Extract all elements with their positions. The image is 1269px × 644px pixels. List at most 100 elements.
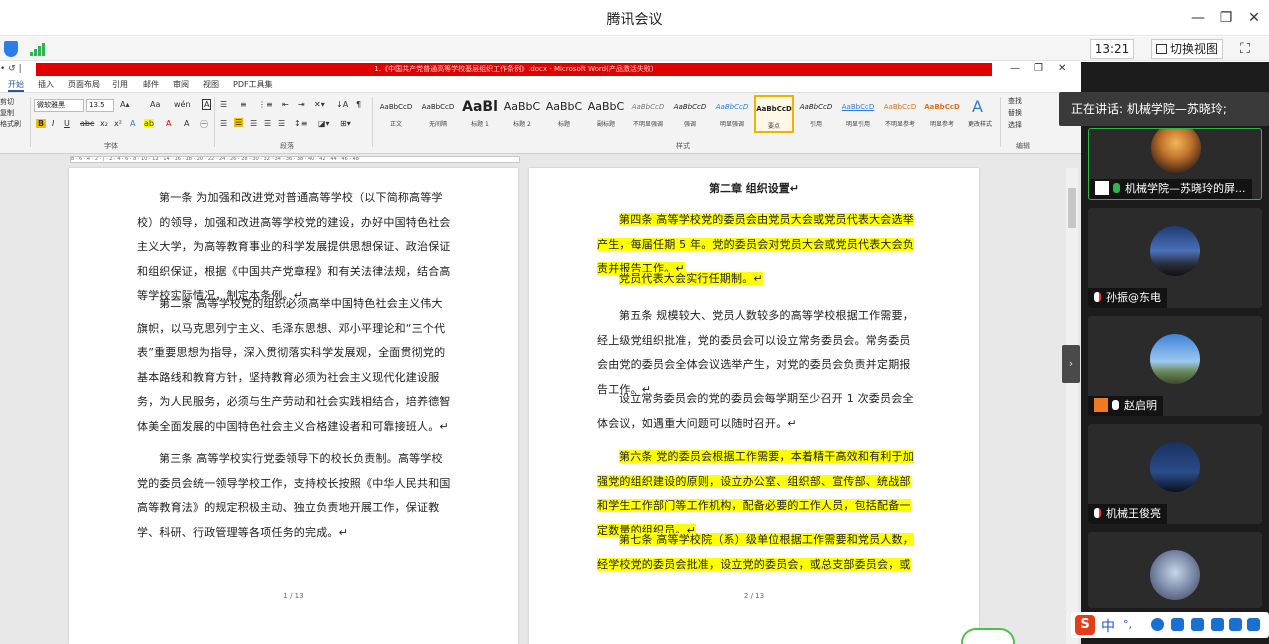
align-center-icon[interactable]: ☰ [234, 118, 244, 127]
style-strong[interactable]: AaBbCcD 要点 [754, 95, 794, 133]
font-size-select[interactable]: 13.5 [86, 99, 114, 112]
format-painter-button[interactable]: 格式刷 [0, 119, 21, 129]
show-marks-icon[interactable]: ¶ [356, 100, 361, 109]
document-page-2[interactable]: 第二章 组织设置↵ 第四条 高等学校党的委员会由党员大会或党员代表大会选举产生，… [529, 168, 979, 644]
style-normal[interactable]: AaBbCcD 正文 [376, 95, 416, 133]
person-icon [1094, 398, 1108, 412]
mic-on-icon [1113, 183, 1120, 193]
tab-page-layout[interactable]: 页面布局 [68, 78, 100, 92]
meeting-status-indicator[interactable] [961, 628, 1015, 644]
style-intense-emphasis[interactable]: AaBbCcD 明显强调 [712, 95, 752, 133]
style-title[interactable]: AaBbC 标题 [544, 95, 584, 133]
participant-tile[interactable]: 赵启明 [1088, 316, 1262, 416]
tab-mailings[interactable]: 邮件 [143, 78, 159, 92]
tab-references[interactable]: 引用 [112, 78, 128, 92]
replace-button[interactable]: 替换 [1008, 108, 1022, 118]
tab-pdf-tools[interactable]: PDF工具集 [233, 78, 273, 92]
network-signal-icon[interactable] [30, 42, 46, 56]
participant-tile[interactable] [1088, 532, 1262, 608]
participant-tile[interactable]: 机械王俊亮 [1088, 424, 1262, 524]
increase-indent-icon[interactable]: ⇥ [298, 100, 305, 109]
chinese-layout-icon[interactable]: ✕▾ [314, 100, 325, 109]
document-page-1[interactable]: 第一条 为加强和改进党对普通高等学校（以下简称高等学校）的领导，加强和改进高等学… [69, 168, 518, 644]
style-no-spacing[interactable]: AaBbCcD 无间隔 [418, 95, 458, 133]
underline-button[interactable]: U [64, 119, 70, 128]
phonetic-guide-icon[interactable]: wén [174, 100, 191, 109]
numbering-icon[interactable]: ≡ [240, 100, 247, 109]
bullets-icon[interactable]: ☰ [220, 100, 227, 109]
style-subtle-reference[interactable]: AaBbCcD 不明显参考 [880, 95, 920, 133]
char-shading-icon[interactable]: A [184, 119, 189, 128]
word-close-icon[interactable]: ✕ [1058, 63, 1066, 74]
sogou-logo-icon[interactable]: S [1075, 615, 1095, 635]
tab-home[interactable]: 开始 [8, 78, 24, 92]
skin-icon[interactable] [1247, 618, 1260, 631]
decrease-indent-icon[interactable]: ⇤ [282, 100, 289, 109]
change-case-icon[interactable]: Aa [150, 100, 160, 109]
document-scrollbar[interactable] [1066, 168, 1078, 644]
multilevel-list-icon[interactable]: ⋮≡ [258, 100, 273, 109]
cut-button[interactable]: 剪切 [0, 97, 14, 107]
distribute-icon[interactable]: ☰ [278, 119, 285, 128]
quick-access-toolbar[interactable]: • ↺ | [0, 64, 22, 74]
superscript-button[interactable]: x² [114, 119, 122, 128]
switch-view-button[interactable]: 切换视图 [1151, 39, 1223, 59]
font-color-icon[interactable]: A [166, 119, 171, 128]
handwriting-icon[interactable] [1211, 618, 1224, 631]
align-left-icon[interactable]: ☰ [220, 119, 227, 128]
text-effects-icon[interactable]: A [130, 119, 135, 128]
align-right-icon[interactable]: ☰ [250, 119, 257, 128]
ime-toolbar[interactable]: S 中 °, [1071, 612, 1269, 638]
sort-icon[interactable]: ↓A [336, 100, 348, 109]
tab-review[interactable]: 审阅 [173, 78, 189, 92]
collapse-sidebar-button[interactable]: › [1062, 345, 1080, 383]
line-spacing-icon[interactable]: ↕≡ [294, 119, 307, 128]
participant-tile[interactable]: 孙振@东电 [1088, 208, 1262, 308]
article-7-paragraph: 第七条 高等学校院（系）级单位根据工作需要和党员人数，经学校党的委员会批准，设立… [597, 528, 915, 577]
copy-button[interactable]: 复制 [0, 108, 14, 118]
italic-button[interactable]: I [52, 119, 54, 128]
voice-input-icon[interactable] [1171, 618, 1184, 631]
style-subtle-emphasis[interactable]: AaBbCcD 不明显强调 [628, 95, 668, 133]
bold-button[interactable]: B [36, 119, 47, 128]
emoji-icon[interactable] [1151, 618, 1164, 631]
borders-icon[interactable]: ⊞▾ [340, 119, 351, 128]
style-heading-1[interactable]: AaBl 标题 1 [460, 95, 500, 133]
enclose-char-icon[interactable]: ㊀ [200, 119, 208, 130]
strikethrough-button[interactable]: abc [80, 119, 94, 128]
change-styles-icon[interactable]: A [972, 97, 983, 116]
word-minimize-icon[interactable]: — [1010, 63, 1020, 74]
justify-icon[interactable]: ☰ [264, 119, 271, 128]
ime-punctuation-toggle[interactable]: °, [1123, 618, 1132, 631]
tab-insert[interactable]: 插入 [38, 78, 54, 92]
restore-button[interactable]: ❐ [1211, 6, 1241, 30]
ime-language-toggle[interactable]: 中 [1101, 616, 1115, 636]
style-quote[interactable]: AaBbCcD 引用 [796, 95, 836, 133]
shading-icon[interactable]: ◪▾ [318, 119, 330, 128]
font-name-select[interactable]: 微软雅黑 [34, 99, 84, 112]
subscript-button[interactable]: x₂ [100, 119, 108, 128]
close-button[interactable]: ✕ [1239, 6, 1269, 30]
find-button[interactable]: 查找 [1008, 96, 1022, 106]
style-intense-reference[interactable]: AaBbCcD 明显参考 [922, 95, 962, 133]
select-button[interactable]: 选择 [1008, 120, 1022, 130]
user-icon[interactable] [1229, 618, 1242, 631]
style-emphasis[interactable]: AaBbCcD 强调 [670, 95, 710, 133]
highlight-color-icon[interactable]: ab [144, 119, 154, 128]
char-border-icon[interactable]: A [202, 99, 212, 110]
minimize-button[interactable]: — [1183, 6, 1213, 30]
scrollbar-thumb[interactable] [1068, 188, 1076, 228]
keyboard-icon[interactable] [1191, 618, 1204, 631]
participant-tile[interactable]: 机械学院—苏晓玲的屏... [1088, 128, 1262, 200]
security-shield-icon[interactable] [4, 41, 18, 57]
change-styles-label[interactable]: 更改样式 [968, 119, 992, 128]
tab-view[interactable]: 视图 [203, 78, 219, 92]
fullscreen-icon[interactable]: ⛶ [1236, 40, 1254, 58]
grow-font-icon[interactable]: A▴ [120, 100, 130, 109]
style-intense-quote[interactable]: AaBbCcD 明显引用 [838, 95, 878, 133]
style-heading-2[interactable]: AaBbC 标题 2 [502, 95, 542, 133]
style-subtitle[interactable]: AaBbC 副标题 [586, 95, 626, 133]
word-restore-icon[interactable]: ❐ [1034, 63, 1043, 74]
horizontal-ruler[interactable]: 8 · 6 · 4 · 2 · | · 2 · 4 · 6 · 8 · 10 ·… [0, 154, 1081, 164]
article-4-term-paragraph: 党员代表大会实行任期制。↵ [619, 272, 763, 285]
